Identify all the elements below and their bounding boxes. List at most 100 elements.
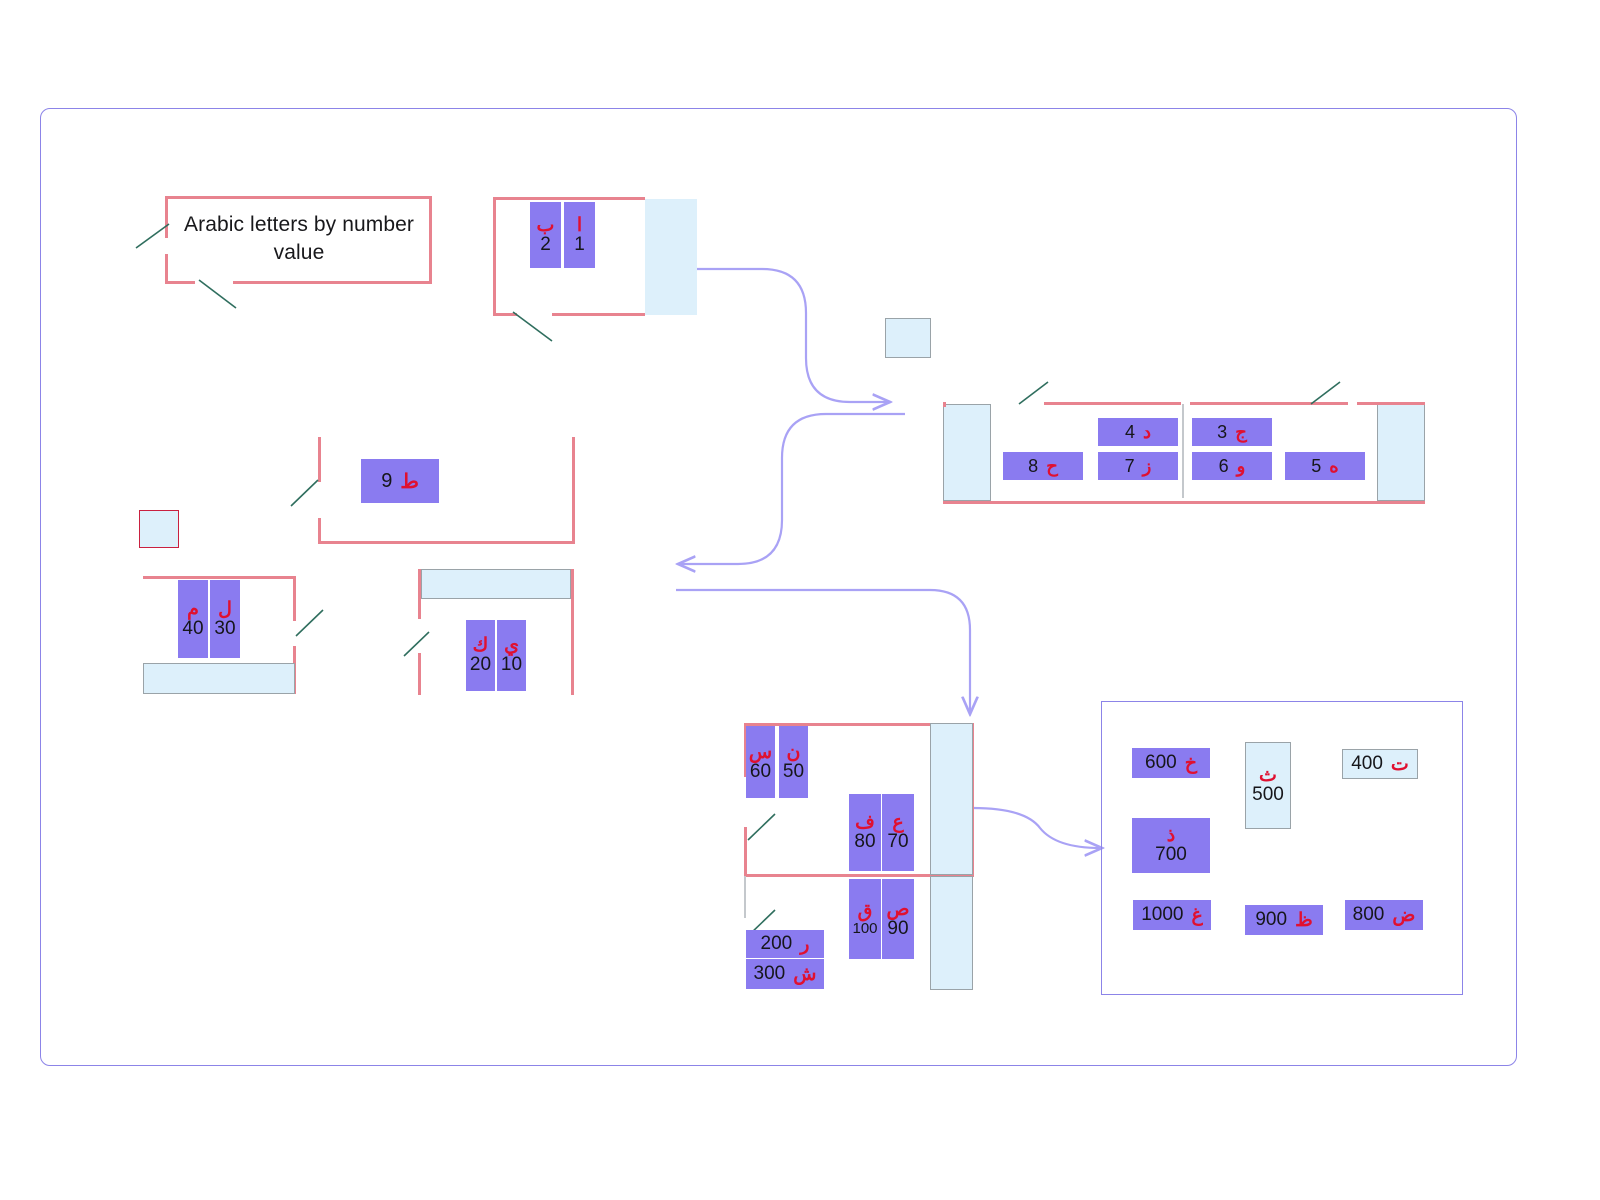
chip-letter-value: 600 <box>1145 752 1177 773</box>
chip-letter-value: 6 <box>1218 455 1229 476</box>
ones-1-2-side-panel <box>645 199 697 315</box>
tens-50-300-panel-lower <box>930 876 973 990</box>
nine-frame-right <box>572 437 575 544</box>
chip-letter-glyph: ا <box>576 214 583 236</box>
title-frame-bottom-left <box>165 281 195 284</box>
tens-10-20-top-panel <box>421 569 571 599</box>
chip-letter-value: 200 <box>760 933 793 954</box>
chip-letter-glyph: ذ <box>1166 825 1176 847</box>
chip-letter-10[interactable]: ي 10 <box>497 620 526 691</box>
chip-letter-400[interactable]: 400 ت <box>1342 749 1418 779</box>
chip-letter-20[interactable]: ك 20 <box>466 620 495 691</box>
chip-letter-glyph: ف <box>855 812 875 834</box>
chip-letter-900[interactable]: 900 ظ <box>1245 905 1323 935</box>
chip-letter-200[interactable]: 200 ر <box>746 930 824 958</box>
ones-1-2-frame-top <box>493 197 645 200</box>
chip-letter-1000[interactable]: 1000 غ <box>1133 900 1211 930</box>
chip-letter-value: 300 <box>753 963 786 984</box>
ones-3-8-frame-bottom <box>943 501 1425 504</box>
ones-3-8-divider <box>1182 404 1184 498</box>
tens-50-300-frame-left-lower <box>744 876 746 918</box>
chip-letter-glyph: ق <box>857 900 873 922</box>
chip-letter-2[interactable]: ب 2 <box>530 202 561 268</box>
chip-letter-glyph: س <box>748 741 773 763</box>
chip-letter-9[interactable]: 9 ط <box>361 459 439 503</box>
chip-letter-value: 3 <box>1217 421 1228 442</box>
chip-letter-4[interactable]: 4 د <box>1098 418 1178 446</box>
ones-3-8-leader-left-icon <box>1018 381 1049 405</box>
chip-letter-value: 700 <box>1155 844 1187 866</box>
chip-letter-700[interactable]: ذ 700 <box>1132 818 1210 873</box>
tens-30-40-bottom-panel <box>143 663 295 694</box>
chip-letter-glyph: د <box>1143 421 1152 442</box>
title-leader-lower-icon <box>198 279 237 309</box>
page-title: Arabic letters by number value <box>184 213 414 265</box>
title-frame-top <box>165 196 432 199</box>
ones-1-2-frame-left <box>493 197 496 316</box>
ones-1-2-frame-bottom-right <box>552 313 645 316</box>
chip-letter-70[interactable]: ع 70 <box>882 794 914 871</box>
chip-letter-glyph: ع <box>892 812 904 834</box>
chip-letter-30[interactable]: ل 30 <box>210 580 240 658</box>
chip-letter-6[interactable]: 6 و <box>1192 452 1272 480</box>
chip-letter-1[interactable]: ا 1 <box>564 202 595 268</box>
chip-letter-glyph: غ <box>1191 904 1203 926</box>
chip-letter-500[interactable]: ث 500 <box>1245 742 1291 829</box>
chip-letter-glyph: ه <box>1329 455 1339 476</box>
chip-letter-value: 8 <box>1028 455 1039 476</box>
chip-letter-glyph: ي <box>504 635 519 657</box>
chip-letter-3[interactable]: 3 ج <box>1192 418 1272 446</box>
chip-letter-8[interactable]: 8 ح <box>1003 452 1083 480</box>
ones-3-8-leader-right-icon <box>1310 381 1341 405</box>
chip-letter-value: 7 <box>1124 455 1135 476</box>
diagram-canvas: Arabic letters by number value ب 2 ا 1 4… <box>0 0 1600 1200</box>
chip-letter-value: 40 <box>182 617 204 639</box>
tens-10-20-leader-icon <box>403 631 430 657</box>
chip-letter-80[interactable]: ف 80 <box>849 794 881 871</box>
chip-letter-glyph: ل <box>218 598 232 620</box>
left-small-box <box>139 510 179 548</box>
chip-letter-glyph: ز <box>1142 455 1152 476</box>
chip-letter-value: 70 <box>887 831 909 853</box>
chip-letter-glyph: م <box>187 598 199 620</box>
title-frame-left-lower <box>165 254 168 284</box>
chip-letter-glyph: ث <box>1259 765 1277 787</box>
ones-3-8-right-panel <box>1377 404 1425 501</box>
nine-frame-left-upper <box>318 437 321 482</box>
ones-3-8-frame-left-stub <box>943 402 946 407</box>
chip-letter-value: 50 <box>782 760 805 782</box>
chip-letter-7[interactable]: 7 ز <box>1098 452 1178 480</box>
chip-letter-glyph: ن <box>786 741 801 763</box>
chip-letter-value: 100 <box>852 919 878 937</box>
chip-letter-90[interactable]: ص 90 <box>882 879 914 959</box>
chip-letter-glyph: خ <box>1184 752 1197 774</box>
chip-letter-300[interactable]: 300 ش <box>746 959 824 989</box>
chip-letter-glyph: ح <box>1046 455 1058 476</box>
chip-letter-value: 2 <box>540 233 551 255</box>
chip-letter-100[interactable]: ق 100 <box>849 879 881 959</box>
chip-letter-value: 1000 <box>1141 904 1184 925</box>
chip-letter-value: 800 <box>1352 904 1385 925</box>
ones-3-8-frame-top-right <box>1357 402 1425 405</box>
nine-frame-bottom <box>318 541 575 544</box>
chip-letter-glyph: ص <box>886 898 910 920</box>
title-frame-bottom-right <box>233 281 432 284</box>
chip-letter-40[interactable]: م 40 <box>178 580 208 658</box>
chip-letter-glyph: ب <box>536 214 555 236</box>
chip-letter-600[interactable]: 600 خ <box>1132 748 1210 778</box>
title-leader-upper-icon <box>135 223 170 249</box>
chip-letter-glyph: ت <box>1390 753 1409 775</box>
chip-letter-value: 900 <box>1255 909 1288 930</box>
chip-letter-50[interactable]: ن 50 <box>779 726 808 798</box>
chip-letter-60[interactable]: س 60 <box>746 726 775 798</box>
chip-letter-value: 30 <box>214 617 236 639</box>
chip-letter-800[interactable]: 800 ض <box>1345 900 1423 930</box>
tens-50-300-panel-upper <box>930 723 973 875</box>
chip-letter-value: 400 <box>1351 753 1383 774</box>
chip-letter-glyph: و <box>1236 455 1246 476</box>
ones-1-2-leader-icon <box>512 311 553 342</box>
tens-10-20-frame-left-lower <box>418 653 421 695</box>
chip-letter-5[interactable]: 5 ه <box>1285 452 1365 480</box>
title-frame-right <box>429 196 432 282</box>
tens-50-300-leader-upper-icon <box>747 813 776 841</box>
